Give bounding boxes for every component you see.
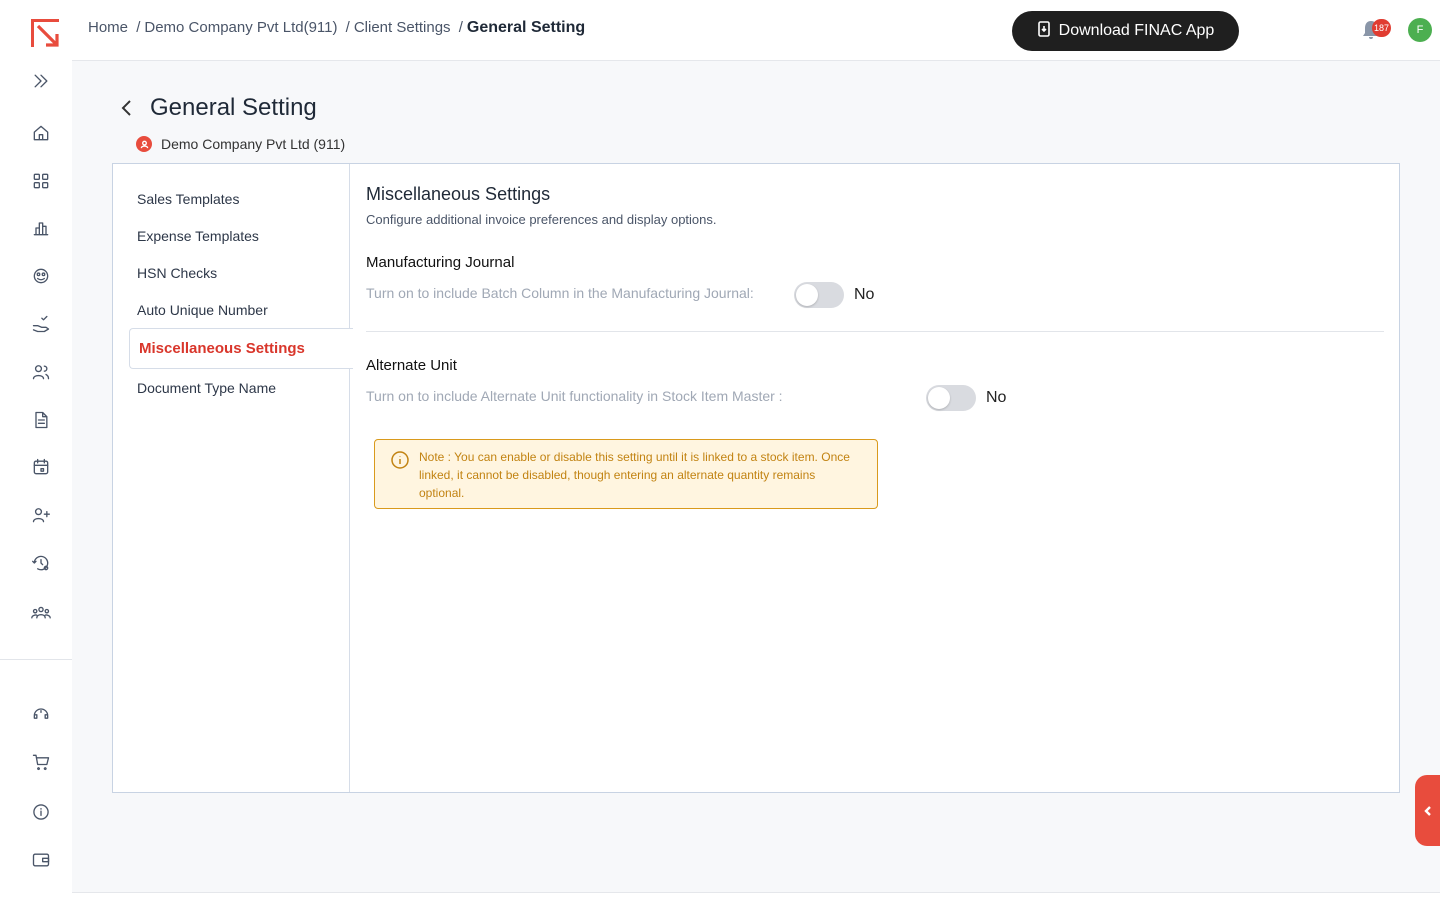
chart-icon[interactable] (29, 216, 53, 240)
company-info: Demo Company Pvt Ltd (911) (136, 136, 345, 152)
manufacturing-journal-toggle[interactable] (794, 282, 844, 308)
breadcrumb-home[interactable]: Home (88, 19, 128, 36)
company-name: Demo Company Pvt Ltd (911) (161, 136, 346, 152)
manufacturing-journal-title: Manufacturing Journal (366, 254, 515, 271)
breadcrumb-separator: / (345, 19, 350, 36)
download-app-label: Download FINAC App (1058, 22, 1215, 39)
add-user-icon[interactable] (29, 503, 53, 527)
palette-icon[interactable] (29, 264, 53, 288)
section-title: Miscellaneous Settings (366, 184, 551, 204)
sidebar-divider (0, 659, 72, 660)
calendar-icon[interactable] (29, 455, 53, 479)
toggle-knob (928, 387, 950, 409)
settings-nav: Sales Templates Expense Templates HSN Ch… (113, 164, 353, 792)
alternate-unit-note: Note : You can enable or disable this se… (374, 439, 878, 509)
info-icon[interactable] (29, 800, 53, 824)
manufacturing-journal-description: Turn on to include Batch Column in the M… (366, 285, 754, 301)
wallet-icon[interactable] (29, 848, 53, 872)
alternate-unit-state: No (986, 389, 1007, 406)
breadcrumb-company[interactable]: Demo Company Pvt Ltd(911) (144, 19, 337, 36)
cart-icon[interactable] (29, 750, 53, 774)
breadcrumb: Home / Demo Company Pvt Ltd(911) / Client … (88, 19, 585, 37)
chevron-left-icon (1423, 805, 1431, 816)
manufacturing-journal-state: No (854, 286, 875, 303)
hand-check-icon[interactable] (29, 312, 53, 336)
download-app-button[interactable]: Download FINAC App (1012, 11, 1239, 51)
nav-item-sales-templates[interactable]: Sales Templates (137, 191, 239, 207)
breadcrumb-separator: / (136, 19, 141, 36)
toggle-knob (796, 284, 818, 306)
side-drawer-toggle[interactable] (1415, 775, 1440, 846)
company-user-icon (136, 136, 152, 152)
history-settings-icon[interactable] (29, 551, 53, 575)
document-icon[interactable] (29, 408, 53, 432)
settings-panel: Sales Templates Expense Templates HSN Ch… (112, 163, 1400, 793)
breadcrumb-separator: / (458, 19, 463, 36)
notification-badge: 187 (1372, 19, 1392, 37)
nav-item-auto-unique-number[interactable]: Auto Unique Number (137, 302, 268, 318)
page-title: General Setting (150, 94, 317, 121)
expand-icon[interactable] (29, 69, 53, 93)
breadcrumb-client-settings[interactable]: Client Settings (354, 19, 451, 36)
alternate-unit-toggle[interactable] (926, 385, 976, 411)
avatar[interactable]: F (1408, 18, 1432, 42)
alternate-unit-description: Turn on to include Alternate Unit functi… (366, 388, 783, 404)
note-text: Note : You can enable or disable this se… (419, 450, 850, 500)
nav-item-document-type-name[interactable]: Document Type Name (137, 380, 276, 396)
nav-item-hsn-checks[interactable]: HSN Checks (137, 265, 217, 281)
grid-icon[interactable] (29, 169, 53, 193)
info-circle-icon (390, 450, 410, 470)
logo-icon[interactable] (28, 16, 64, 52)
alternate-unit-title: Alternate Unit (366, 357, 457, 374)
support-icon[interactable] (29, 702, 53, 726)
section-divider (366, 331, 1384, 332)
top-header: Home / Demo Company Pvt Ltd(911) / Client … (72, 0, 1440, 61)
breadcrumb-current: General Setting (466, 19, 586, 36)
nav-item-miscellaneous-settings[interactable]: Miscellaneous Settings (129, 328, 353, 369)
team-icon[interactable] (29, 600, 53, 624)
home-icon[interactable] (29, 121, 53, 145)
nav-item-expense-templates[interactable]: Expense Templates (137, 228, 259, 244)
footer-bar (72, 892, 1440, 900)
back-arrow-icon[interactable] (118, 98, 136, 118)
section-subtitle: Configure additional invoice preferences… (366, 212, 717, 227)
users-icon[interactable] (29, 360, 53, 384)
phone-download-icon (1037, 20, 1051, 42)
sidebar (0, 0, 72, 900)
